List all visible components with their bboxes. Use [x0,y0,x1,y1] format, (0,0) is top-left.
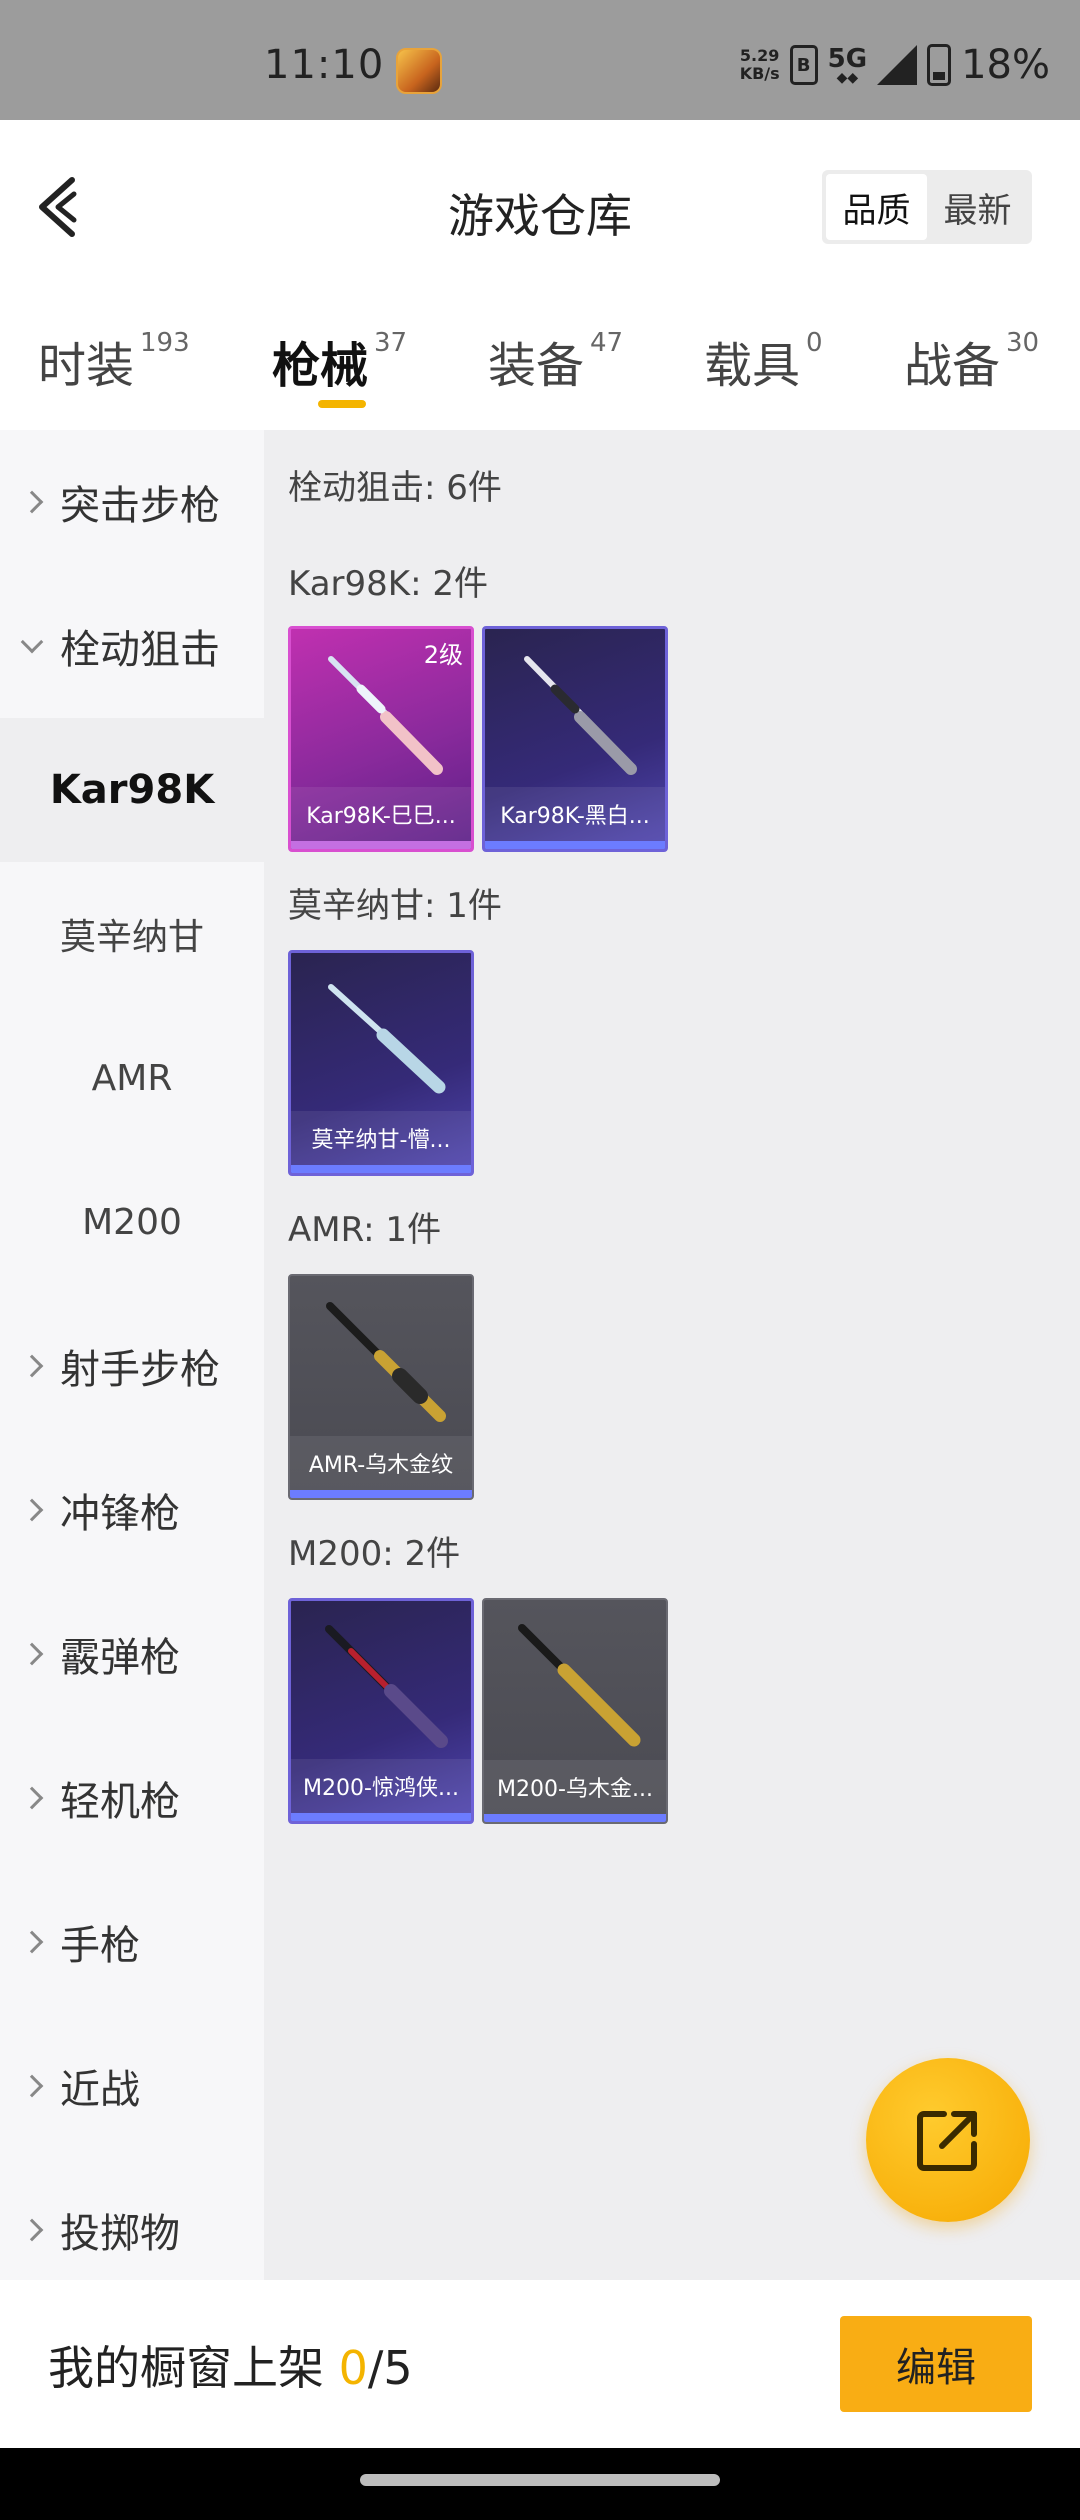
item-level-badge: 2级 [423,641,463,669]
status-time: 11:10 [264,42,385,88]
rarity-bar [290,1490,472,1498]
item-name: M200-乌木金... [484,1760,666,1814]
section-title-mosin: 莫辛纳甘: 1件 [288,886,502,926]
sidebar-item-smg[interactable]: 冲锋枪 [0,1438,264,1582]
section-title-m200: M200: 2件 [288,1534,461,1574]
sort-option-newest[interactable]: 最新 [927,174,1028,240]
share-external-icon [917,2111,977,2171]
item-name: Kar98K-巳巳... [291,787,471,841]
item-card[interactable]: M200-惊鸿侠... [288,1598,474,1824]
item-card[interactable]: 莫辛纳甘-懵... [288,950,474,1176]
network-type: 5G ◆◆ [827,44,868,86]
battery-percent: 18% [961,42,1050,88]
category-total: 栓动狙击: 6件 [288,468,502,508]
chevron-right-icon [20,1642,44,1666]
home-indicator[interactable] [360,2474,720,2486]
sidebar: 突击步枪 栓动狙击 Kar98K 莫辛纳甘 AMR M200 射手步枪 冲锋枪 … [0,430,264,2280]
item-card[interactable]: AMR-乌木金纹 [288,1274,474,1500]
tab-equipment[interactable]: 装备 47 [488,326,623,396]
showcase-bar: 我的橱窗上架 0/5 编辑 [0,2280,1080,2448]
rifle-image [326,1302,446,1422]
tab-vehicles[interactable]: 载具 0 [704,326,823,396]
item-name: AMR-乌木金纹 [290,1436,472,1490]
signal-icon [877,45,918,85]
item-name: Kar98K-黑白... [485,787,665,841]
status-bar: 11:10 5.29 KB/s B 5G ◆◆ 18% [0,0,1080,120]
chevron-right-icon [20,1786,44,1810]
sidebar-item-shotgun[interactable]: 霰弹枪 [0,1582,264,1726]
sidebar-subitem-mosin[interactable]: 莫辛纳甘 [0,862,264,1006]
tab-fashion[interactable]: 时装 193 [38,326,190,396]
item-name: 莫辛纳甘-懵... [291,1111,471,1165]
section-title-amr: AMR: 1件 [288,1210,442,1250]
rifle-image [518,1624,641,1747]
network-speed: 5.29 KB/s [739,46,780,83]
item-card[interactable]: Kar98K-黑白... [482,626,668,852]
rifle-image [328,984,446,1094]
sidebar-subitem-m200[interactable]: M200 [0,1150,264,1294]
chevron-down-icon [20,630,44,654]
chevron-right-icon [20,2218,44,2242]
item-card[interactable]: M200-乌木金... [482,1598,668,1824]
rarity-bar [291,841,471,849]
chevron-right-icon [20,1930,44,1954]
rarity-bar [485,841,665,849]
chevron-right-icon [20,490,44,514]
rarity-bar [291,1813,471,1821]
tab-active-indicator [318,400,366,408]
chevron-right-icon [20,1354,44,1378]
game-app-icon [396,48,442,94]
rarity-bar [484,1814,666,1822]
sidebar-subitem-kar98k[interactable]: Kar98K [0,718,264,862]
item-grid: 栓动狙击: 6件 Kar98K: 2件 2级 Kar98K-巳巳... Kar9… [264,430,1080,2280]
system-nav-bar [0,2448,1080,2520]
sidebar-item-assault-rifle[interactable]: 突击步枪 [0,430,264,574]
tab-battle-gear[interactable]: 战备 30 [904,326,1039,396]
sim-icon: B [789,45,818,85]
share-button[interactable] [866,2058,1030,2222]
tab-guns[interactable]: 枪械 37 [272,326,407,396]
item-name: M200-惊鸿侠... [291,1759,471,1813]
chevron-right-icon [20,2074,44,2098]
item-card[interactable]: 2级 Kar98K-巳巳... [288,626,474,852]
sort-toggle: 品质 最新 [822,170,1032,244]
edit-button[interactable]: 编辑 [840,2316,1032,2412]
sidebar-subitem-amr[interactable]: AMR [0,1006,264,1150]
sort-option-quality[interactable]: 品质 [826,174,927,240]
sidebar-item-marksman-rifle[interactable]: 射手步枪 [0,1294,264,1438]
sidebar-item-pistol[interactable]: 手枪 [0,1870,264,2014]
category-tabs: 时装 193 枪械 37 装备 47 载具 0 战备 30 [0,300,1080,430]
status-indicators: 5.29 KB/s B 5G ◆◆ 18% [740,40,1050,90]
sidebar-item-melee[interactable]: 近战 [0,2014,264,2158]
rifle-image [325,1625,448,1748]
battery-icon [927,44,952,86]
showcase-status: 我的橱窗上架 0/5 [48,2341,413,2395]
rarity-bar [291,1165,471,1173]
sidebar-item-lmg[interactable]: 轻机枪 [0,1726,264,1870]
header: 游戏仓库 品质 最新 [0,120,1080,290]
rifle-image [524,656,637,775]
sidebar-item-bolt-sniper[interactable]: 栓动狙击 [0,574,264,718]
chevron-right-icon [20,1498,44,1522]
section-title-kar98k: Kar98K: 2件 [288,564,488,604]
